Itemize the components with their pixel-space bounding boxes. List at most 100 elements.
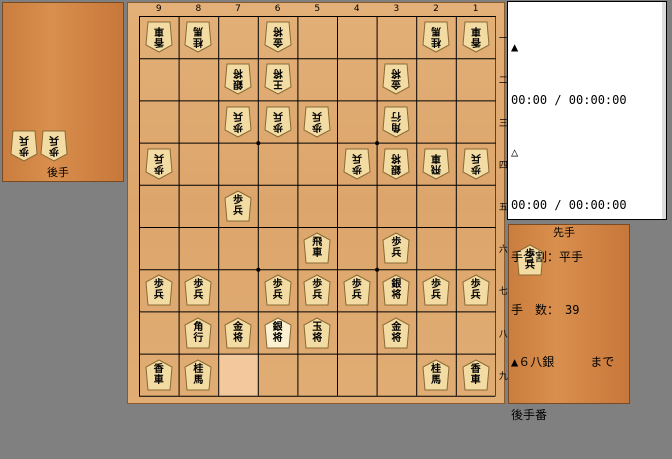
board-piece[interactable]: 香車 bbox=[462, 21, 490, 53]
board-piece[interactable]: 桂馬 bbox=[184, 21, 212, 53]
board-piece[interactable]: 歩兵 bbox=[224, 190, 252, 222]
board-piece[interactable]: 歩兵 bbox=[422, 274, 450, 306]
piece-label: 角行 bbox=[391, 109, 402, 132]
board-piece[interactable]: 桂馬 bbox=[422, 21, 450, 53]
row-number: 七 bbox=[498, 287, 508, 298]
board-piece[interactable]: 歩兵 bbox=[462, 148, 490, 180]
last-move-highlight bbox=[218, 353, 258, 396]
board-piece[interactable]: 歩兵 bbox=[343, 148, 371, 180]
piece-label: 歩兵 bbox=[312, 279, 323, 302]
piece-label: 歩兵 bbox=[193, 279, 204, 302]
board-piece[interactable]: 香車 bbox=[145, 21, 173, 53]
gote-time: 00:00 / 00:00:00 bbox=[511, 197, 627, 212]
board-piece[interactable]: 玉将 bbox=[303, 316, 331, 349]
piece-label: 桂馬 bbox=[193, 25, 204, 48]
board-piece[interactable]: 角行 bbox=[382, 106, 410, 138]
board-piece[interactable]: 歩兵 bbox=[462, 274, 490, 306]
board-piece[interactable]: 金将 bbox=[224, 316, 252, 349]
info-scrollbar[interactable] bbox=[662, 2, 666, 219]
board-piece[interactable]: 歩兵 bbox=[145, 274, 173, 306]
star-point bbox=[375, 141, 380, 146]
piece-label: 歩兵 bbox=[153, 151, 164, 174]
column-number: 6 bbox=[274, 4, 281, 14]
piece-label: 金将 bbox=[391, 321, 402, 344]
board-piece[interactable]: 飛車 bbox=[303, 232, 331, 264]
piece-label: 角行 bbox=[193, 321, 204, 344]
board-piece[interactable]: 香車 bbox=[462, 359, 490, 391]
board-piece[interactable]: 歩兵 bbox=[303, 274, 331, 306]
piece-label: 歩兵 bbox=[272, 109, 283, 132]
shogi-board[interactable]: 987654321 一二三四五六七八九 香車桂馬金将桂馬香車銀将王将金将歩兵歩兵… bbox=[127, 2, 508, 404]
gote-piece-stand[interactable]: 歩兵歩兵 後手 bbox=[2, 2, 124, 182]
board-piece[interactable]: 歩兵 bbox=[145, 148, 173, 180]
gote-hand-piece[interactable]: 歩兵 bbox=[10, 130, 38, 162]
board-piece[interactable]: 歩兵 bbox=[303, 106, 331, 138]
board-piece[interactable]: 歩兵 bbox=[184, 274, 212, 306]
board-piece[interactable]: 金将 bbox=[264, 21, 292, 53]
board-piece[interactable]: 銀将 bbox=[264, 316, 292, 349]
piece-label: 歩兵 bbox=[312, 109, 323, 132]
board-piece[interactable]: 銀将 bbox=[382, 274, 410, 306]
gote-mark: △ bbox=[511, 145, 519, 159]
piece-label: 桂馬 bbox=[193, 363, 204, 386]
piece-label: 飛車 bbox=[431, 151, 441, 174]
column-number: 9 bbox=[155, 4, 162, 14]
board-piece[interactable]: 歩兵 bbox=[224, 106, 252, 138]
board-piece[interactable]: 角行 bbox=[184, 316, 212, 349]
star-point bbox=[256, 141, 261, 146]
sente-mark: ▲ bbox=[511, 40, 519, 54]
board-piece[interactable]: 歩兵 bbox=[343, 274, 371, 306]
board-piece[interactable]: 王将 bbox=[264, 63, 292, 95]
column-number: 7 bbox=[235, 4, 241, 14]
piece-label: 歩兵 bbox=[19, 134, 29, 156]
board-piece[interactable]: 香車 bbox=[145, 359, 173, 391]
piece-label: 金将 bbox=[233, 321, 243, 344]
board-piece[interactable]: 銀将 bbox=[382, 148, 410, 180]
game-info-panel: ▲ 00:00 / 00:00:00 △ 00:00 / 00:00:00 手合… bbox=[507, 1, 667, 422]
board-piece[interactable]: 桂馬 bbox=[184, 359, 212, 391]
piece-label: 歩兵 bbox=[233, 109, 243, 132]
board-piece[interactable]: 歩兵 bbox=[264, 274, 292, 306]
piece-label: 金将 bbox=[391, 67, 402, 90]
row-number: 八 bbox=[498, 329, 508, 340]
move-count-text: 手 数： 39 bbox=[511, 302, 580, 317]
column-number: 3 bbox=[393, 4, 400, 14]
board-piece[interactable]: 金将 bbox=[382, 316, 410, 349]
board-piece[interactable]: 桂馬 bbox=[422, 359, 450, 391]
column-number: 4 bbox=[353, 4, 360, 14]
column-number: 2 bbox=[433, 4, 439, 14]
sente-time: 00:00 / 00:00:00 bbox=[511, 92, 627, 107]
piece-label: 香車 bbox=[470, 363, 481, 386]
piece-label: 金将 bbox=[272, 25, 283, 48]
piece-label: 香車 bbox=[153, 25, 164, 48]
board-piece[interactable]: 銀将 bbox=[224, 63, 252, 95]
column-number: 8 bbox=[195, 4, 202, 14]
board-piece[interactable]: 歩兵 bbox=[264, 106, 292, 138]
row-number: 九 bbox=[498, 371, 508, 382]
turn-text: 後手番 bbox=[511, 407, 548, 422]
star-point bbox=[256, 267, 261, 272]
column-number: 5 bbox=[314, 4, 321, 14]
piece-label: 銀将 bbox=[272, 321, 283, 344]
piece-label: 歩兵 bbox=[49, 134, 59, 156]
piece-label: 香車 bbox=[470, 25, 481, 48]
piece-label: 歩兵 bbox=[233, 194, 243, 217]
board-piece[interactable]: 飛車 bbox=[422, 148, 450, 180]
handicap-text: 手合割：平手 bbox=[511, 250, 584, 264]
piece-label: 銀将 bbox=[391, 279, 402, 302]
piece-label: 歩兵 bbox=[431, 279, 441, 302]
board-piece[interactable]: 歩兵 bbox=[382, 232, 410, 264]
board-piece[interactable]: 金将 bbox=[382, 63, 410, 95]
piece-label: 銀将 bbox=[233, 67, 243, 90]
piece-label: 歩兵 bbox=[153, 279, 164, 302]
piece-label: 歩兵 bbox=[470, 151, 481, 174]
piece-label: 歩兵 bbox=[391, 237, 402, 260]
piece-label: 香車 bbox=[153, 363, 164, 386]
column-number: 1 bbox=[472, 4, 479, 14]
piece-label: 歩兵 bbox=[351, 151, 362, 174]
star-point bbox=[375, 267, 380, 272]
gote-hand-piece[interactable]: 歩兵 bbox=[40, 130, 68, 162]
piece-label: 飛車 bbox=[312, 237, 323, 260]
piece-label: 歩兵 bbox=[272, 279, 283, 302]
gote-stand-label: 後手 bbox=[47, 166, 69, 179]
